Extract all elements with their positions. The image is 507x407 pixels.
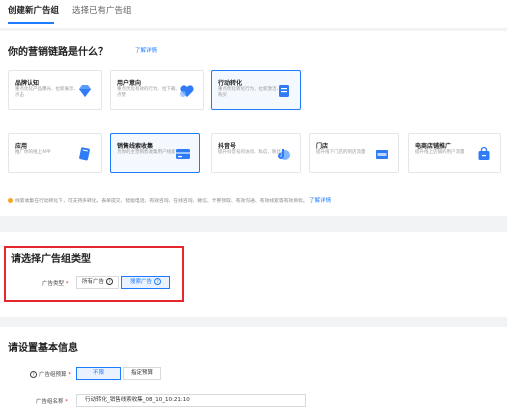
active-tab-indicator: [8, 22, 54, 24]
required-mark: *: [65, 281, 69, 287]
card-desc: 推广你的线上APP: [15, 150, 51, 155]
tab-select-existing-ad-group[interactable]: 选择已有广告组: [72, 4, 132, 16]
marketing-path-panel: [0, 31, 507, 216]
basic-info-title: 请设置基本信息: [8, 343, 78, 354]
budget-label: ? 广告组预算 *: [30, 370, 71, 378]
heart-icon: [180, 85, 194, 97]
option-label: 搜索广告: [129, 279, 152, 285]
card-user-intent[interactable]: 用户意向 重点优化有效的行为、拉下载、点赞: [110, 70, 204, 110]
card-sales-lead-collection[interactable]: 销售线索收集 为你的主营销售收集用户线索: [110, 133, 200, 173]
card-desc: 重点优化产品曝光、拉新展示、点击: [15, 87, 78, 98]
ad-type-label: 广告类型 *: [42, 279, 69, 287]
card-title: 抖音号: [218, 143, 237, 150]
music-note-icon: [278, 149, 290, 160]
card-app[interactable]: 应用 推广你的线上APP: [8, 133, 102, 173]
card-title: 品牌认知: [15, 80, 40, 87]
card-title: 销售线索收集: [117, 143, 154, 150]
name-label: 广告组名称 *: [36, 397, 68, 405]
budget-option-unlimited[interactable]: 不限: [76, 367, 121, 380]
ad-group-name-input[interactable]: 行动转化_销售线索收集_08_10_10:21:10: [76, 394, 306, 407]
option-label: 所有广告: [81, 279, 104, 285]
card-desc: 重点优化有效的行为、拉下载、点赞: [117, 87, 180, 98]
document-icon: [279, 85, 289, 97]
tab-create-new-ad-group[interactable]: 创建新广告组: [8, 4, 59, 16]
help-icon[interactable]: ?: [30, 371, 37, 378]
card-brand-awareness[interactable]: 品牌认知 重点优化产品曝光、拉新展示、点击: [8, 70, 102, 110]
help-icon[interactable]: ?: [106, 278, 113, 285]
card-desc: 为你的主营销售收集用户线索: [117, 150, 176, 155]
ad-type-title: 请选择广告组类型: [11, 254, 91, 265]
card-title: 用户意向: [117, 80, 142, 87]
card-desc: 重点优化转化行为，拉新激活、购买: [218, 87, 281, 98]
note-text: 线索收集在行动转化下，可支持多转化、表单提交、智能电话、有效咨询、在线咨询、微信…: [15, 199, 308, 204]
ad-type-option-search[interactable]: 搜索广告?: [121, 276, 170, 289]
info-dot-icon: [8, 198, 13, 203]
marketing-learn-more-link[interactable]: 了解详情: [135, 46, 157, 54]
card-title: 行动转化: [218, 80, 243, 87]
marketing-title: 你的营销链路是什么？: [8, 47, 108, 58]
marketing-note: 线索收集在行动转化下，可支持多转化、表单提交、智能电话、有效咨询、在线咨询、微信…: [8, 196, 468, 204]
required-mark: *: [65, 399, 69, 405]
shopping-bag-icon: [478, 146, 490, 160]
budget-label-text: 广告组预算: [39, 372, 67, 378]
card-desc: 提升抖音号的访问、私信、粉丝: [218, 150, 281, 155]
app-icon: [79, 147, 90, 161]
card-ecommerce-store[interactable]: 电商店铺推广 提升线上店铺的用户流量: [408, 133, 501, 173]
name-label-text: 广告组名称: [36, 399, 64, 405]
diamond-icon: [79, 85, 91, 97]
help-icon[interactable]: ?: [154, 278, 161, 285]
card-title: 电商店铺推广: [415, 143, 452, 150]
card-title: 门店: [316, 143, 329, 150]
card-douyin-account[interactable]: 抖音号 提升抖音号的访问、私信、粉丝: [211, 133, 301, 173]
card-desc: 提升线下门店的到店流量: [316, 150, 366, 155]
required-mark: *: [68, 372, 72, 378]
storefront-icon: [376, 150, 388, 159]
ad-type-label-text: 广告类型: [42, 281, 65, 287]
card-action-conversion[interactable]: 行动转化 重点优化转化行为，拉新激活、购买: [211, 70, 301, 110]
card-desc: 提升线上店铺的用户流量: [415, 150, 465, 155]
ad-type-option-all[interactable]: 所有广告?: [76, 276, 119, 289]
budget-option-specified[interactable]: 指定预算: [123, 367, 161, 380]
card-title: 应用: [15, 143, 28, 150]
card-store[interactable]: 门店 提升线下门店的到店流量: [309, 133, 399, 173]
card-form-icon: [176, 149, 190, 159]
note-learn-more-link[interactable]: 了解详情: [309, 198, 331, 204]
